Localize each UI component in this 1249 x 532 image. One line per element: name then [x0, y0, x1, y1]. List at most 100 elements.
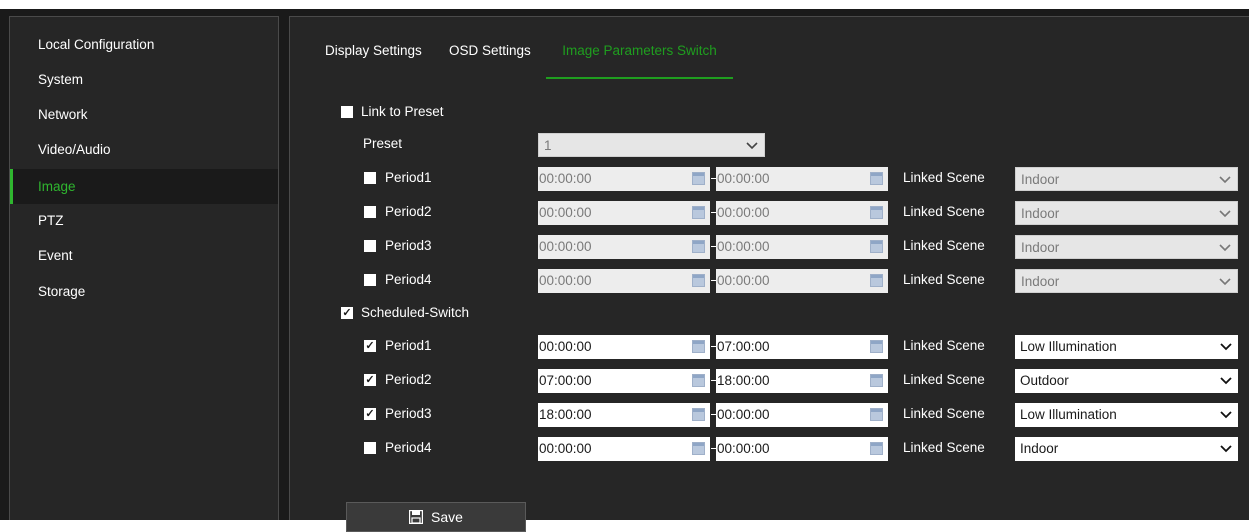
- sidebar-item-video-audio[interactable]: Video/Audio: [10, 132, 278, 167]
- main-panel: Display Settings OSD Settings Image Para…: [289, 16, 1249, 532]
- calendar-icon[interactable]: [870, 408, 883, 421]
- linked-scene-label: Linked Scene: [903, 238, 985, 253]
- period-label: Period4: [385, 272, 432, 287]
- preset-select[interactable]: 1: [538, 133, 765, 157]
- link-to-preset-checkbox[interactable]: [341, 106, 353, 118]
- calendar-icon[interactable]: [692, 274, 705, 287]
- linked-scene-select[interactable]: Indoor: [1015, 269, 1238, 293]
- preset-period-row: Period3 00:00:00 00:00:00 Linked Scene I…: [290, 235, 1248, 259]
- linked-scene-select[interactable]: Low Illumination: [1015, 335, 1238, 359]
- calendar-icon[interactable]: [870, 374, 883, 387]
- preset-period2-checkbox[interactable]: [364, 206, 376, 218]
- preset-period-row: Period2 00:00:00 00:00:00 Linked Scene I…: [290, 201, 1248, 225]
- linked-scene-select[interactable]: Indoor: [1015, 201, 1238, 225]
- end-time-input[interactable]: 00:00:00: [716, 201, 888, 225]
- calendar-icon[interactable]: [692, 374, 705, 387]
- linked-scene-label: Linked Scene: [903, 440, 985, 455]
- sidebar-item-local-configuration[interactable]: Local Configuration: [10, 27, 278, 62]
- linked-scene-label: Linked Scene: [903, 272, 985, 287]
- linked-scene-select[interactable]: Outdoor: [1015, 369, 1238, 393]
- schedule-period-row: ✓ Period1 00:00:00 07:00:00 Linked Scene…: [290, 335, 1248, 359]
- preset-value: 1: [544, 138, 552, 153]
- linked-scene-label: Linked Scene: [903, 406, 985, 421]
- linked-scene-select[interactable]: Indoor: [1015, 437, 1238, 461]
- end-time-input[interactable]: 00:00:00: [716, 235, 888, 259]
- chevron-down-icon: [1219, 176, 1231, 184]
- preset-period1-checkbox[interactable]: [364, 172, 376, 184]
- schedule-period2-checkbox[interactable]: ✓: [364, 374, 376, 386]
- schedule-period4-checkbox[interactable]: [364, 442, 376, 454]
- schedule-period-row: Period4 00:00:00 00:00:00 Linked Scene I…: [290, 437, 1248, 461]
- schedule-period-row: ✓ Period3 18:00:00 00:00:00 Linked Scene…: [290, 403, 1248, 427]
- chevron-down-icon: [1220, 445, 1232, 453]
- end-time-input[interactable]: 00:00:00: [716, 403, 888, 427]
- calendar-icon[interactable]: [870, 442, 883, 455]
- calendar-icon[interactable]: [870, 274, 883, 287]
- link-to-preset-label: Link to Preset: [361, 104, 444, 119]
- sidebar-item-storage[interactable]: Storage: [10, 274, 278, 309]
- chevron-down-icon: [1219, 244, 1231, 252]
- linked-scene-label: Linked Scene: [903, 338, 985, 353]
- scheduled-switch-checkbox[interactable]: ✓: [341, 307, 353, 319]
- calendar-icon[interactable]: [692, 240, 705, 253]
- chevron-down-icon: [1220, 343, 1232, 351]
- start-time-input[interactable]: 00:00:00: [538, 201, 710, 225]
- start-time-input[interactable]: 00:00:00: [538, 269, 710, 293]
- linked-scene-label: Linked Scene: [903, 372, 985, 387]
- end-time-input[interactable]: 00:00:00: [716, 167, 888, 191]
- sidebar-item-system[interactable]: System: [10, 62, 278, 97]
- end-time-input[interactable]: 18:00:00: [716, 369, 888, 393]
- tab-display-settings[interactable]: Display Settings: [325, 43, 422, 79]
- calendar-icon[interactable]: [692, 408, 705, 421]
- link-to-preset-row: Link to Preset: [290, 101, 1248, 125]
- preset-period4-checkbox[interactable]: [364, 274, 376, 286]
- schedule-period1-checkbox[interactable]: ✓: [364, 340, 376, 352]
- period-label: Period1: [385, 170, 432, 185]
- chevron-down-icon: [1220, 377, 1232, 385]
- preset-period-row: Period1 00:00:00 00:00:00 Linked Scene I…: [290, 167, 1248, 191]
- calendar-icon[interactable]: [870, 206, 883, 219]
- start-time-input[interactable]: 18:00:00: [538, 403, 710, 427]
- scheduled-switch-row: ✓ Scheduled-Switch: [290, 302, 1248, 326]
- start-time-input[interactable]: 00:00:00: [538, 235, 710, 259]
- end-time-input[interactable]: 07:00:00: [716, 335, 888, 359]
- period-label: Period3: [385, 238, 432, 253]
- chevron-down-icon: [1219, 210, 1231, 218]
- linked-scene-select[interactable]: Indoor: [1015, 167, 1238, 191]
- chevron-down-icon: [746, 142, 758, 150]
- linked-scene-select[interactable]: Indoor: [1015, 235, 1238, 259]
- chevron-down-icon: [1219, 278, 1231, 286]
- tab-image-parameters-switch[interactable]: Image Parameters Switch: [546, 43, 733, 79]
- sidebar: Local Configuration System Network Video…: [9, 16, 279, 520]
- period-label: Period3: [385, 406, 432, 421]
- preset-row: Preset 1: [290, 133, 1248, 157]
- save-button[interactable]: Save: [346, 502, 526, 532]
- preset-label: Preset: [363, 136, 403, 151]
- calendar-icon[interactable]: [870, 240, 883, 253]
- period-label: Period2: [385, 204, 432, 219]
- start-time-input[interactable]: 00:00:00: [538, 167, 710, 191]
- schedule-period3-checkbox[interactable]: ✓: [364, 408, 376, 420]
- tab-osd-settings[interactable]: OSD Settings: [449, 43, 531, 79]
- preset-period3-checkbox[interactable]: [364, 240, 376, 252]
- sidebar-item-image[interactable]: Image: [10, 169, 278, 204]
- start-time-input[interactable]: 07:00:00: [538, 369, 710, 393]
- calendar-icon[interactable]: [692, 206, 705, 219]
- calendar-icon[interactable]: [870, 172, 883, 185]
- sidebar-item-ptz[interactable]: PTZ: [10, 203, 278, 238]
- sidebar-item-event[interactable]: Event: [10, 238, 278, 273]
- end-time-input[interactable]: 00:00:00: [716, 437, 888, 461]
- calendar-icon[interactable]: [692, 442, 705, 455]
- chevron-down-icon: [1220, 411, 1232, 419]
- calendar-icon[interactable]: [870, 340, 883, 353]
- linked-scene-label: Linked Scene: [903, 170, 985, 185]
- linked-scene-select[interactable]: Low Illumination: [1015, 403, 1238, 427]
- linked-scene-label: Linked Scene: [903, 204, 985, 219]
- preset-period-row: Period4 00:00:00 00:00:00 Linked Scene I…: [290, 269, 1248, 293]
- sidebar-item-network[interactable]: Network: [10, 97, 278, 132]
- end-time-input[interactable]: 00:00:00: [716, 269, 888, 293]
- calendar-icon[interactable]: [692, 340, 705, 353]
- start-time-input[interactable]: 00:00:00: [538, 437, 710, 461]
- calendar-icon[interactable]: [692, 172, 705, 185]
- start-time-input[interactable]: 00:00:00: [538, 335, 710, 359]
